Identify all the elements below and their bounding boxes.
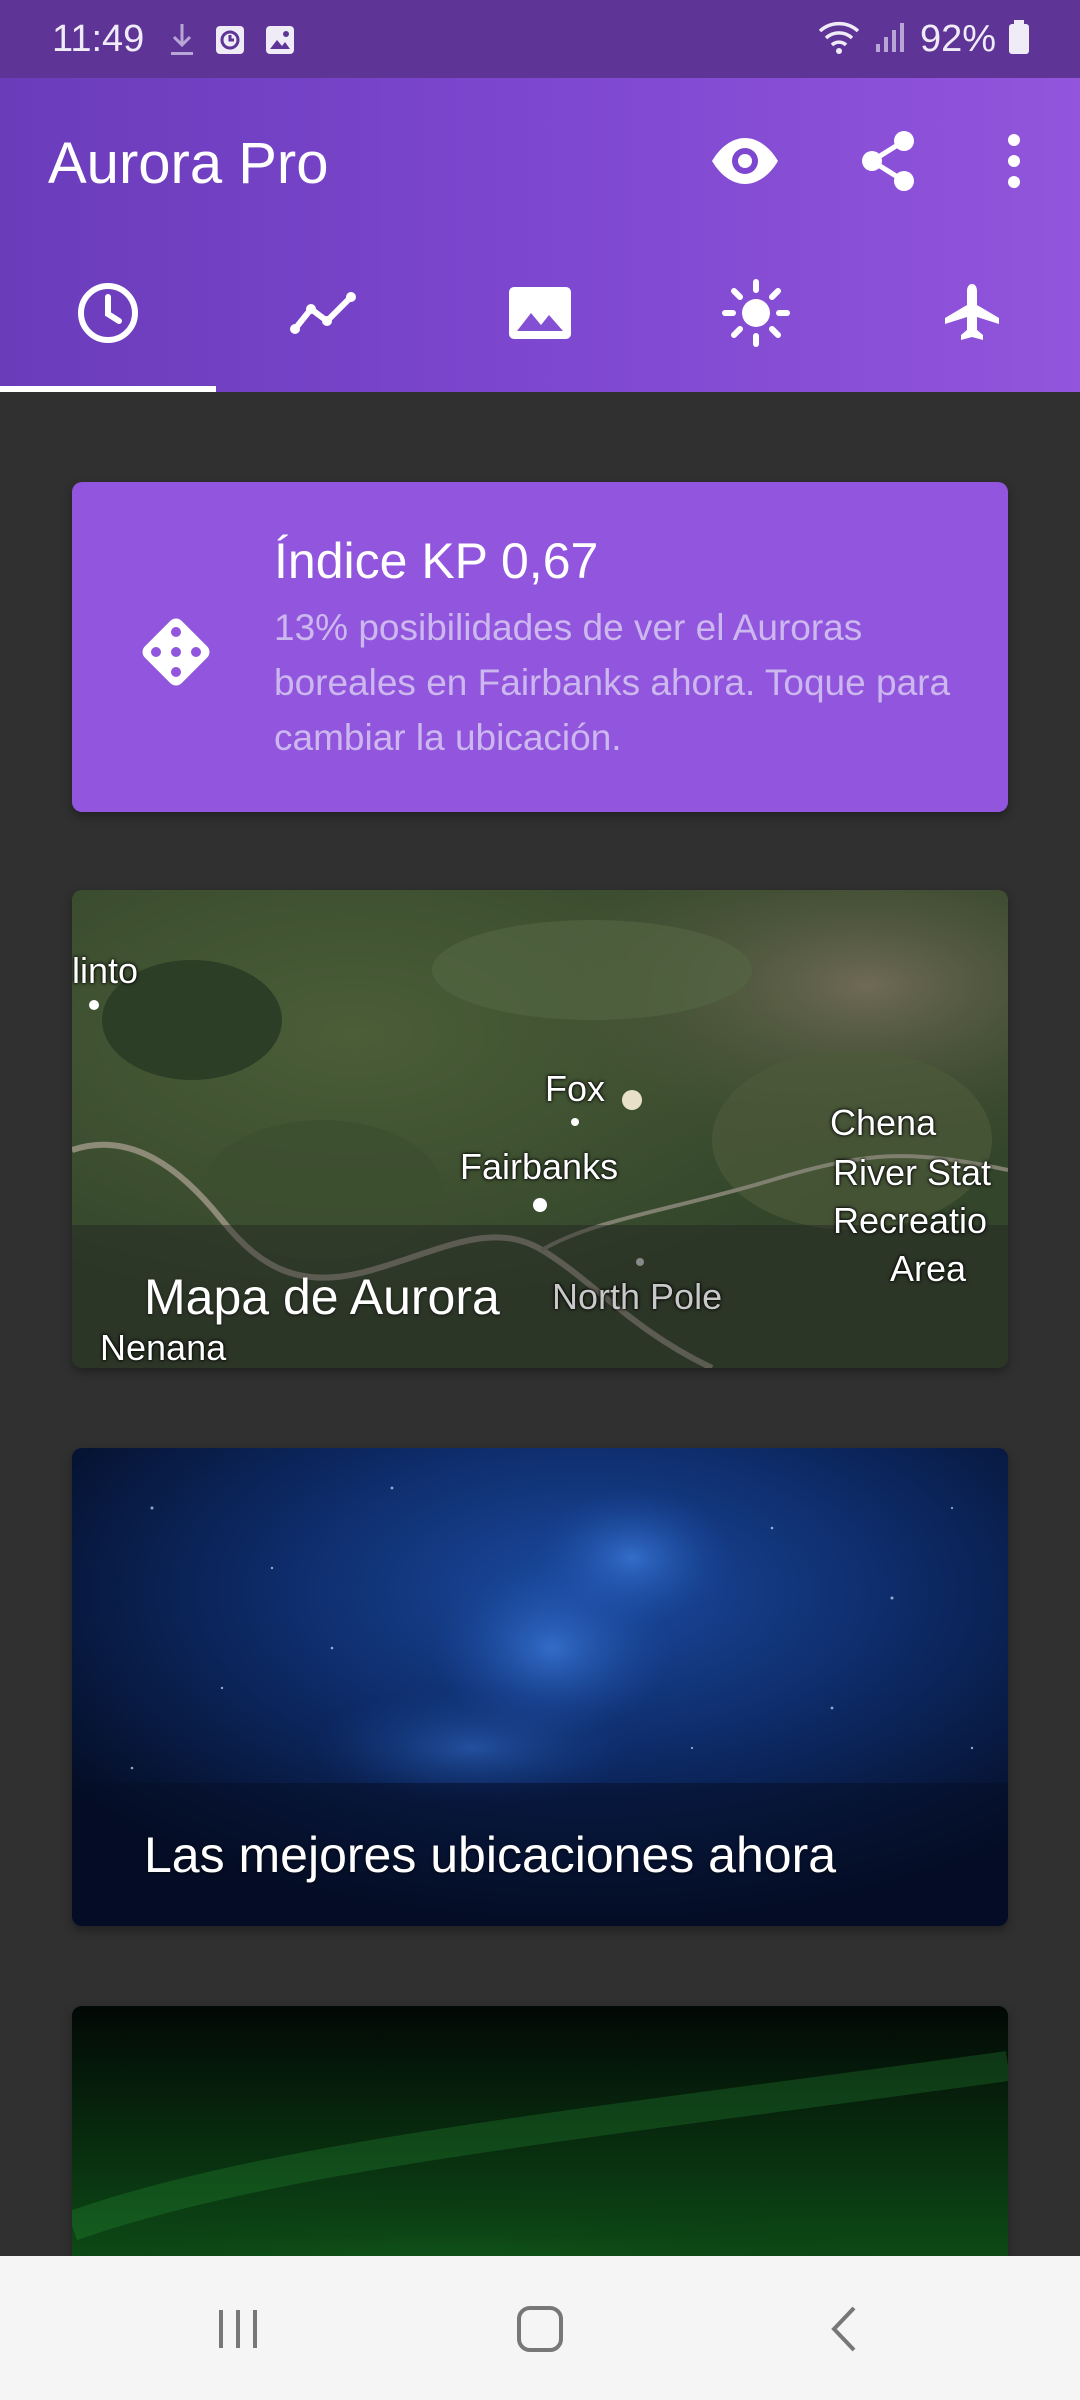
tab-forecast[interactable]: [216, 238, 432, 392]
aurora-map-title: Mapa de Aurora: [144, 1269, 500, 1325]
share-button[interactable]: [843, 118, 933, 208]
map-label-chena-4: Area: [890, 1248, 967, 1289]
kp-index-card[interactable]: Índice KP 0,67 13% posibilidades de ver …: [72, 482, 1008, 812]
battery-icon: [1008, 20, 1030, 59]
image-icon: [509, 286, 571, 344]
aurora-green-card[interactable]: [72, 2006, 1008, 2256]
airplane-icon: [941, 282, 1003, 349]
recents-icon: [213, 2304, 263, 2359]
best-locations-card[interactable]: Las mejores ubicaciones ahora: [72, 1448, 1008, 1926]
more-vert-icon: [1007, 133, 1021, 194]
kp-index-description: 13% posibilidades de ver el Auroras bore…: [274, 607, 951, 758]
app-title: Aurora Pro: [48, 131, 329, 196]
more-options-button[interactable]: [969, 118, 1059, 208]
tab-gallery[interactable]: [432, 238, 648, 392]
download-icon: [168, 22, 196, 63]
eye-button[interactable]: [700, 118, 790, 208]
chart-line-icon: [289, 291, 359, 340]
clock-icon: [76, 281, 140, 350]
tab-flights[interactable]: [864, 238, 1080, 392]
map-label-nenana: Nenana: [100, 1327, 227, 1368]
dice-icon: [136, 612, 216, 697]
aurora-green-image: [72, 2006, 1008, 2256]
wifi-icon: [816, 19, 862, 60]
map-label-chena-2: River Stat: [833, 1152, 992, 1193]
home-icon: [515, 2304, 565, 2359]
tab-sun[interactable]: [648, 238, 864, 392]
alarm-icon: [214, 24, 246, 61]
map-label-fox: Fox: [545, 1068, 606, 1109]
map-label-chena-3: Recreatio: [833, 1200, 988, 1241]
image-icon: [264, 24, 296, 61]
tab-bar: [0, 238, 1080, 392]
eye-icon: [710, 136, 780, 191]
signal-icon: [874, 20, 908, 59]
map-label-healy: linto: [72, 950, 139, 991]
back-icon: [824, 2304, 864, 2359]
best-locations-title: Las mejores ubicaciones ahora: [144, 1827, 837, 1883]
back-button[interactable]: [804, 2296, 884, 2366]
status-bar: 11:49 92%: [0, 0, 1080, 78]
kp-index-title: Índice KP 0,67: [274, 533, 599, 589]
share-icon: [858, 129, 918, 198]
system-nav-bar: [0, 2256, 1080, 2400]
aurora-map-card[interactable]: linto Fox Fairbanks Chena River Stat Rec…: [72, 890, 1008, 1368]
battery-percent: 92%: [919, 18, 996, 60]
map-label-north-pole: North Pole: [552, 1276, 723, 1317]
map-label-fairbanks: Fairbanks: [460, 1146, 619, 1187]
recents-button[interactable]: [198, 2296, 278, 2366]
map-label-chena-1: Chena: [830, 1102, 937, 1143]
status-icons-left: [168, 22, 296, 63]
app-bar: Aurora Pro: [0, 78, 1080, 392]
tab-now[interactable]: [0, 238, 216, 392]
status-icons-right: 92%: [816, 18, 1030, 61]
home-button[interactable]: [500, 2296, 580, 2366]
sun-icon: [721, 278, 791, 353]
status-time: 11:49: [52, 18, 145, 60]
